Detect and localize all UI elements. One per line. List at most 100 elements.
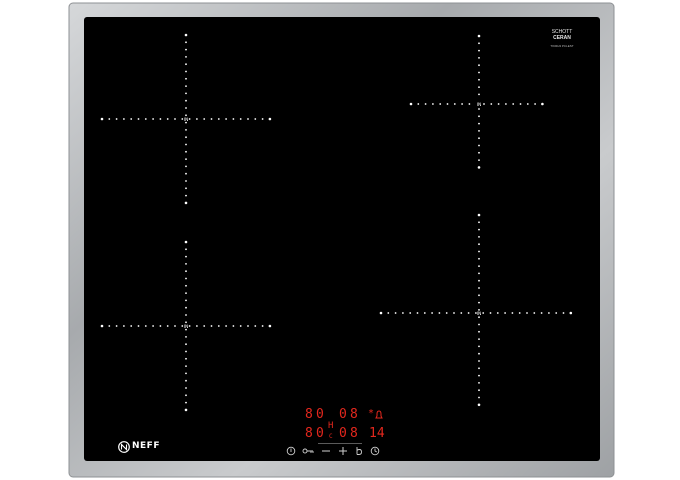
zone-dot — [478, 115, 480, 118]
zone-dot — [185, 394, 187, 397]
zone-dot — [478, 86, 480, 88]
minus-icon[interactable] — [321, 446, 331, 456]
zone-dot — [185, 336, 187, 338]
display-row-2: 8 0 0 8 14 — [305, 426, 385, 441]
zone-dot — [548, 312, 550, 314]
zone-dot — [519, 103, 522, 105]
zone-dot — [569, 311, 573, 315]
zone-dot — [526, 312, 528, 314]
zone-dot — [185, 180, 187, 182]
zone-dot — [478, 309, 480, 311]
zone-dot — [196, 118, 198, 120]
plus-icon[interactable] — [338, 446, 348, 456]
zone-dot — [478, 151, 480, 154]
zone-dot — [489, 312, 492, 314]
zone-dot — [511, 312, 514, 314]
zone-dot — [478, 159, 480, 162]
zone-label: IN — [184, 117, 189, 123]
zone-dot — [478, 294, 480, 297]
zone-dot — [152, 325, 155, 327]
display-row-1: 8 0 0 8 * — [305, 407, 385, 422]
zone-dot — [478, 301, 480, 304]
zone-dot — [184, 33, 188, 37]
zone-dot — [232, 325, 235, 327]
ceramic-glass — [84, 17, 600, 461]
zone-dot — [185, 63, 187, 66]
zone-dot — [185, 357, 187, 360]
zone-dot — [185, 284, 187, 287]
zone-dot — [477, 213, 481, 217]
zone-dot — [185, 187, 187, 190]
zone-dot — [504, 312, 506, 314]
zone-dot — [478, 243, 480, 246]
zone-dot — [268, 324, 272, 328]
zone-dot — [185, 85, 187, 87]
zone-dot — [185, 41, 187, 44]
zone-dot — [185, 314, 187, 316]
zone-dot — [423, 312, 426, 314]
zone-dot — [137, 325, 140, 327]
zone-dot — [152, 118, 155, 120]
clock-icon[interactable] — [370, 446, 380, 456]
zone-dot — [483, 103, 485, 105]
zone-label: IN — [477, 311, 482, 317]
zone-dot — [439, 103, 442, 105]
zone-dot — [123, 118, 125, 120]
zone-dot — [540, 312, 543, 314]
zone-dot — [478, 367, 480, 370]
zone-dot — [478, 279, 480, 282]
power-icon[interactable] — [286, 446, 296, 456]
zone-dot — [225, 118, 228, 120]
zone-dot — [478, 130, 480, 132]
zone-dot — [174, 118, 176, 120]
zone-dot — [159, 325, 162, 327]
boost-icon[interactable] — [354, 446, 364, 456]
zone-dot — [409, 102, 413, 106]
zone-dot — [482, 312, 485, 314]
zone-dot — [478, 221, 480, 224]
zone-dot — [478, 93, 480, 96]
zone-dot — [185, 158, 187, 161]
zone-dot — [478, 57, 480, 59]
zone-dot — [185, 143, 187, 146]
zone-dot — [166, 118, 169, 120]
zone-dot — [453, 312, 455, 314]
zone-dot — [100, 117, 104, 121]
zone-dot — [478, 323, 480, 326]
zone-dot — [478, 64, 480, 67]
badge-small: TIKRH3 PCLEST — [550, 44, 574, 48]
zone-dot — [478, 338, 480, 340]
zone-dot — [453, 103, 456, 105]
zone-dot — [387, 312, 390, 314]
zone-dot — [261, 118, 264, 120]
zone-dot — [460, 312, 463, 314]
zone-dot — [203, 325, 206, 327]
zone-dot — [239, 118, 242, 120]
zone-dot — [130, 118, 133, 120]
zone-dot — [478, 137, 480, 140]
zone-dot — [477, 403, 481, 407]
zone-dot — [478, 78, 480, 81]
row2-zone-d: 8 — [350, 426, 358, 441]
zone-dot — [445, 312, 448, 314]
zone-dot — [185, 48, 187, 51]
row1-zone-d: 8 — [350, 407, 358, 422]
zone-dot — [478, 257, 480, 260]
zone-dot — [432, 103, 434, 105]
control-strip — [283, 443, 383, 459]
zone-dot — [490, 103, 493, 105]
lock-icon[interactable] — [302, 446, 314, 456]
zone-dot — [478, 71, 480, 74]
zone-dot — [185, 292, 187, 294]
zone-dot — [210, 118, 213, 120]
zone-dot — [468, 103, 471, 105]
display-mid-c: C — [329, 433, 333, 440]
row1-zone-b: 0 — [316, 407, 324, 422]
zone-dot — [478, 250, 480, 253]
zone-dot — [185, 387, 187, 389]
zone-dot — [184, 240, 188, 244]
row1-zone-c: 0 — [339, 407, 347, 422]
zone-dot — [185, 401, 187, 404]
zone-dot — [137, 118, 140, 120]
hob-photo: IN IN IN IN SCHOTT CERAN TIKRH3 PCLEST NEFF… — [0, 0, 680, 480]
